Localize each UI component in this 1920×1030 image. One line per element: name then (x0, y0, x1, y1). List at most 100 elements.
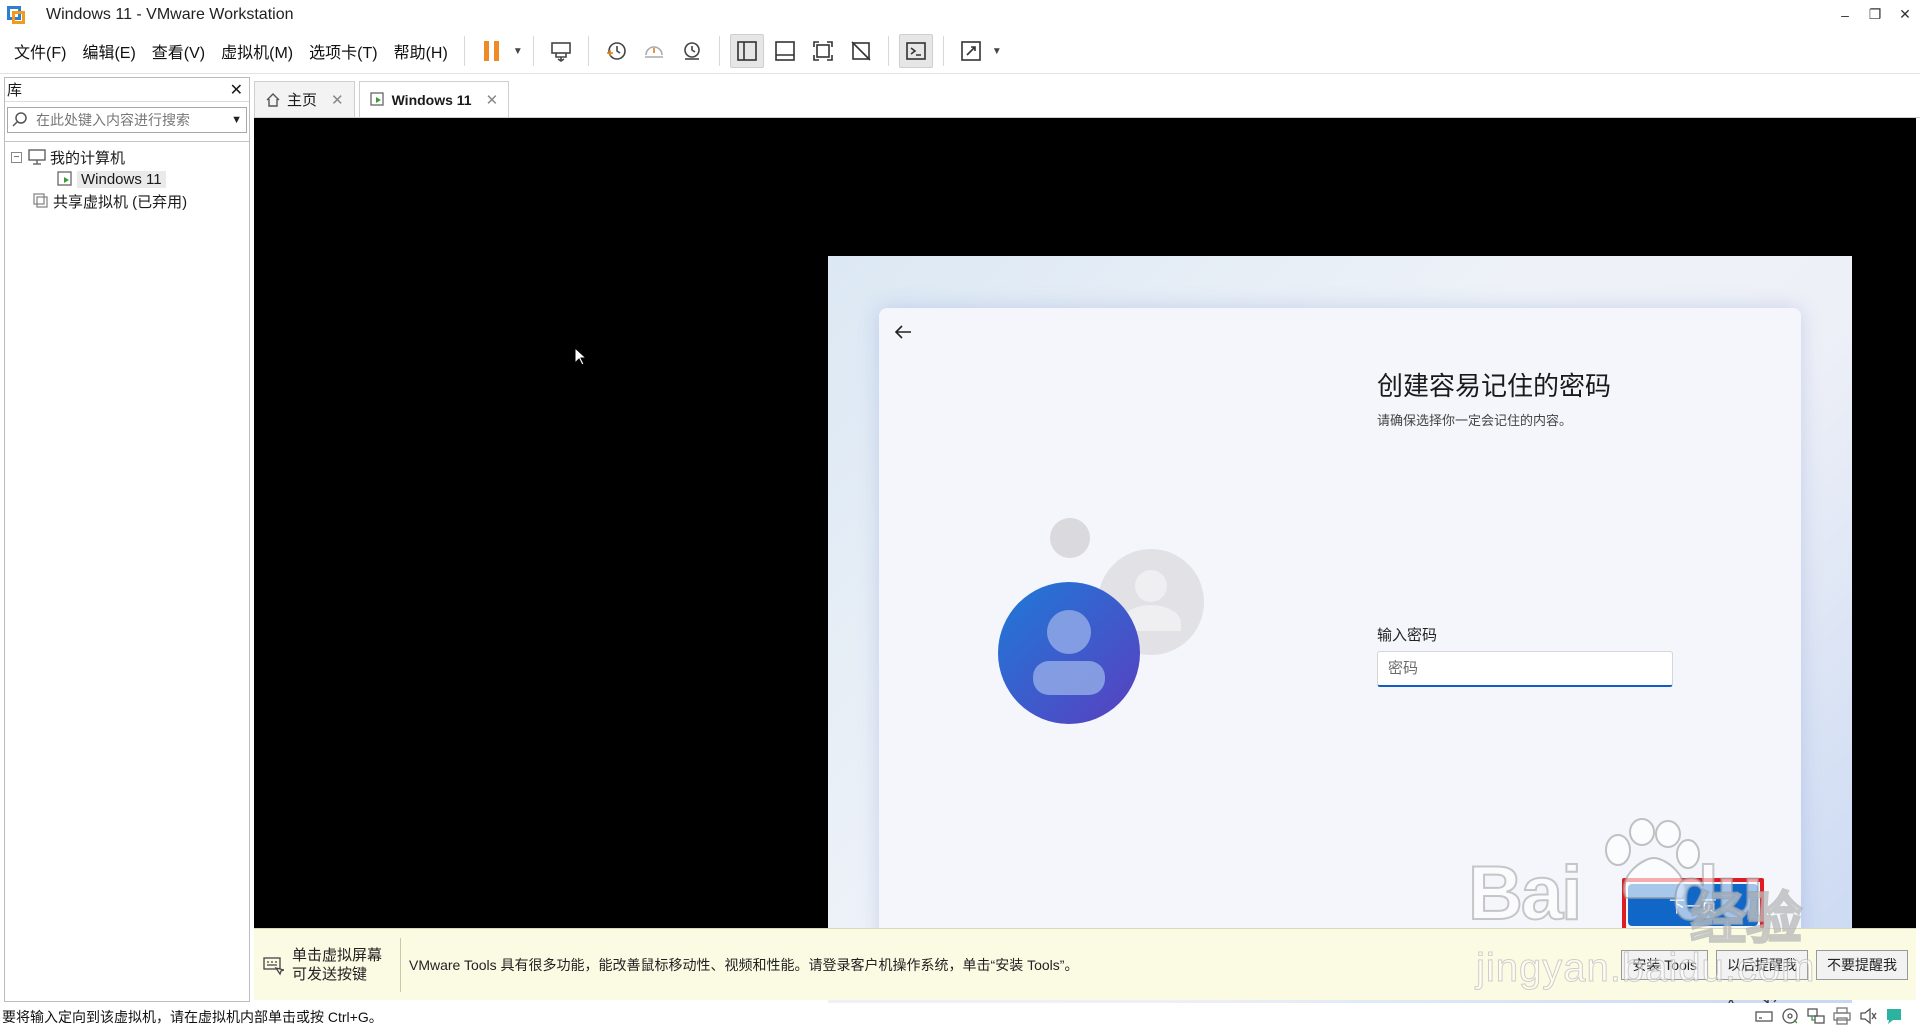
minimize-button[interactable]: – (1830, 0, 1860, 29)
tab-close-button[interactable]: ✕ (486, 91, 499, 109)
keyboard-click-icon (263, 956, 284, 975)
title-bar: Windows 11 - VMware Workstation – ❐ ✕ (0, 0, 1920, 29)
tree-item-my-computer[interactable]: − 我的计算机 (5, 146, 249, 168)
back-arrow-icon[interactable] (893, 322, 913, 342)
library-tree: − 我的计算机 Windows 11 共享虚拟机 (已弃用) (5, 141, 249, 212)
menu-file[interactable]: 文件(F) (0, 29, 74, 74)
toolbar-separator (887, 36, 889, 66)
install-tools-button[interactable]: 安装 Tools (1621, 949, 1708, 980)
thumbnail-bar-button[interactable] (768, 34, 802, 68)
oobe-card: 创建容易记住的密码 请确保选择你一定会记住的内容。 输入密码 下一页 (879, 308, 1801, 972)
toolbar-separator (587, 36, 589, 66)
revert-snapshot-button[interactable] (637, 34, 671, 68)
password-label: 输入密码 (1377, 627, 1438, 644)
menu-view[interactable]: 查看(V) (144, 29, 213, 74)
library-search-box: ▼ (7, 107, 247, 133)
tab-strip: 主页 ✕ Windows 11 ✕ (254, 79, 1920, 118)
guest-screen[interactable]: 创建容易记住的密码 请确保选择你一定会记住的内容。 输入密码 下一页 | 英 简 (828, 256, 1852, 1024)
tree-item-windows-11[interactable]: Windows 11 (5, 168, 249, 190)
menu-bar: 文件(F) 编辑(E) 查看(V) 虚拟机(M) 选项卡(T) 帮助(H) ▼ … (0, 29, 1920, 74)
page-title: 创建容易记住的密码 (1377, 371, 1612, 401)
search-dropdown-button[interactable]: ▼ (231, 114, 242, 126)
window-controls: – ❐ ✕ (1830, 0, 1920, 29)
mouse-cursor-icon (574, 347, 588, 366)
network-adapter-icon[interactable] (1806, 1006, 1826, 1026)
menu-vm[interactable]: 虚拟机(M) (213, 29, 301, 74)
close-window-button[interactable]: ✕ (1890, 0, 1920, 29)
search-icon (12, 112, 27, 127)
cd-dvd-icon[interactable] (1780, 1006, 1800, 1026)
notification-hint-line2: 可发送按键 (292, 965, 368, 983)
vmware-tools-notification: 单击虚拟屏幕 可发送按键 VMware Tools 具有很多功能，能改善鼠标移动… (254, 928, 1916, 1000)
console-view-icon (905, 42, 926, 60)
menu-edit[interactable]: 编辑(E) (74, 29, 143, 74)
collapse-toggle[interactable]: − (11, 151, 22, 163)
show-library-button[interactable] (729, 34, 764, 68)
sound-card-icon[interactable] (1858, 1006, 1878, 1026)
full-screen-button[interactable] (806, 34, 840, 68)
send-ctrl-alt-del-icon (550, 42, 571, 62)
printer-icon[interactable] (1832, 1006, 1852, 1026)
pause-button[interactable] (475, 34, 509, 68)
remind-later-button[interactable]: 以后提醒我 (1716, 949, 1808, 980)
menu-tabs[interactable]: 选项卡(T) (301, 29, 385, 74)
hard-disk-icon[interactable] (1754, 1006, 1774, 1026)
notification-divider (400, 937, 401, 992)
stretch-button[interactable] (954, 34, 988, 68)
device-status-icons (1754, 1006, 1904, 1026)
library-title: 库 (7, 82, 23, 99)
tree-item-label: Windows 11 (77, 170, 166, 188)
power-dropdown-button[interactable]: ▼ (511, 46, 525, 57)
computer-icon (28, 149, 46, 165)
unity-button[interactable] (844, 34, 878, 68)
status-text: 要将输入定向到该虚拟机，请在虚拟机内部单击或按 Ctrl+G。 (2, 1008, 383, 1025)
tab-home[interactable]: 主页 ✕ (254, 81, 355, 117)
toolbar-separator (942, 36, 944, 66)
toolbar-separator (463, 36, 465, 66)
notification-hint-line1: 单击虚拟屏幕 (292, 946, 383, 964)
stretch-dropdown-button[interactable]: ▼ (990, 46, 1004, 57)
tab-windows-11[interactable]: Windows 11 ✕ (358, 81, 510, 117)
full-screen-icon (812, 41, 833, 61)
library-close-button[interactable]: ✕ (230, 80, 243, 100)
menu-help[interactable]: 帮助(H) (386, 29, 456, 74)
user-avatar-illustration (998, 518, 1204, 724)
snapshot-manager-button[interactable] (675, 34, 709, 68)
vm-icon (369, 91, 384, 106)
tree-item-label: 我的计算机 (50, 149, 126, 167)
snapshot-button[interactable] (599, 34, 633, 68)
library-header: 库 ✕ (5, 78, 249, 102)
vm-console[interactable]: 创建容易记住的密码 请确保选择你一定会记住的内容。 输入密码 下一页 | 英 简 (254, 118, 1916, 1024)
show-library-icon (736, 41, 757, 61)
vmware-logo-icon (6, 5, 26, 25)
window-title: Windows 11 - VMware Workstation (46, 5, 294, 23)
tab-label: Windows 11 (391, 91, 472, 108)
password-input[interactable] (1377, 651, 1673, 687)
pause-icon (483, 41, 499, 61)
send-ctrl-alt-del-button[interactable] (544, 34, 578, 68)
unity-icon (851, 41, 871, 61)
notification-message: VMware Tools 具有很多功能，能改善鼠标移动性、视频和性能。请登录客户… (409, 956, 1079, 973)
library-search-input[interactable] (36, 112, 232, 128)
tree-item-label: 共享虚拟机 (已弃用) (53, 193, 188, 211)
library-panel: 库 ✕ ▼ − 我的计算机 Windows 11 共享虚拟机 (已弃用) (4, 77, 250, 1002)
snapshot-manager-icon (683, 42, 700, 60)
message-log-icon[interactable] (1884, 1006, 1904, 1026)
tab-label: 主页 (287, 92, 318, 109)
snapshot-icon (606, 42, 626, 60)
toolbar-separator (532, 36, 534, 66)
status-bar: 要将输入定向到该虚拟机，请在虚拟机内部单击或按 Ctrl+G。 (0, 1003, 1920, 1030)
tab-close-button[interactable]: ✕ (331, 91, 344, 109)
next-button[interactable]: 下一页 (1628, 884, 1758, 926)
restore-button[interactable]: ❐ (1860, 0, 1890, 29)
shared-vm-icon (33, 193, 48, 208)
tree-item-shared-vms[interactable]: 共享虚拟机 (已弃用) (5, 190, 249, 212)
dont-remind-button[interactable]: 不要提醒我 (1816, 949, 1908, 980)
stretch-icon (960, 41, 981, 61)
console-view-button[interactable] (898, 34, 933, 68)
thumbnail-bar-icon (774, 41, 795, 61)
notification-hint: 单击虚拟屏幕 可发送按键 (292, 946, 396, 984)
vm-icon (57, 171, 72, 186)
toolbar-separator (718, 36, 720, 66)
home-icon (266, 92, 280, 107)
